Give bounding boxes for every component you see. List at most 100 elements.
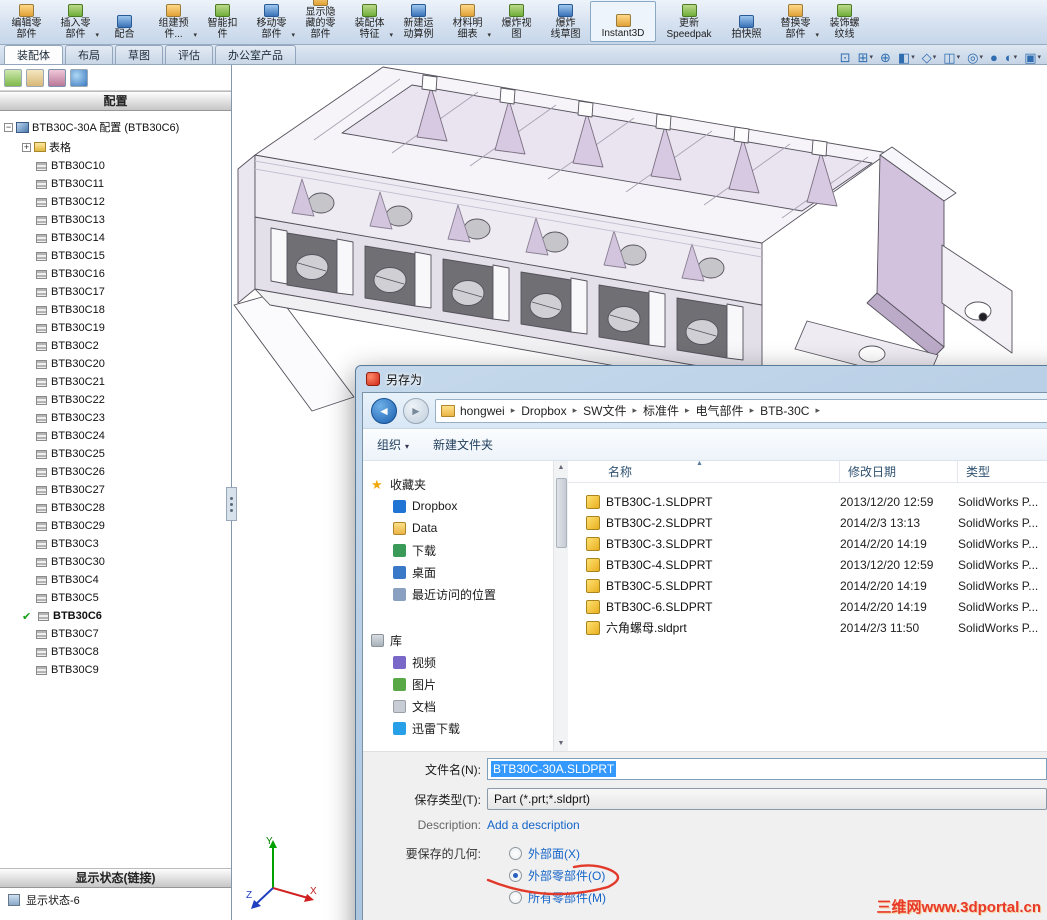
file-row[interactable]: BTB30C-5.SLDPRT 2014/2/20 14:19 SolidWor…	[568, 575, 1047, 596]
libraries-group[interactable]: 库	[363, 629, 553, 651]
nav-item[interactable]: 文档	[363, 695, 553, 717]
radio-icon[interactable]	[509, 890, 522, 904]
config-tree-item[interactable]: BTB30C7	[0, 625, 231, 643]
scrollbar-thumb[interactable]	[555, 478, 567, 548]
favorites-group[interactable]: 收藏夹	[363, 473, 553, 495]
nav-scrollbar[interactable]	[553, 461, 568, 751]
nav-item[interactable]: Dropbox	[363, 495, 553, 517]
geometry-radio-row[interactable]: 外部面(X)	[509, 842, 606, 864]
geometry-radio-row[interactable]: 所有零部件(M)	[509, 886, 606, 908]
ribbon-button[interactable]: 爆炸视 图 ▾	[492, 1, 541, 42]
ribbon-button[interactable]: 移动零 部件 ▾	[247, 1, 296, 42]
featuremanager-icon[interactable]	[4, 68, 22, 87]
config-tree-item[interactable]: BTB30C4	[0, 571, 231, 589]
dropdown-arrow-icon[interactable]: ▾	[870, 51, 874, 64]
config-tree-item[interactable]: BTB30C23	[0, 409, 231, 427]
new-folder-button[interactable]: 新建文件夹	[433, 436, 493, 453]
geometry-radio-row[interactable]: 外部零部件(O)	[509, 864, 606, 886]
section-view-icon[interactable]: ◧ ▾	[898, 51, 915, 64]
nav-item[interactable]: 迅雷下载	[363, 717, 553, 739]
ribbon-button[interactable]: 爆炸 线草图 ▾	[541, 1, 590, 42]
column-type[interactable]: 类型	[958, 461, 1047, 482]
file-row[interactable]: BTB30C-2.SLDPRT 2014/2/3 13:13 SolidWork…	[568, 512, 1047, 533]
config-tree-item[interactable]: BTB30C22	[0, 391, 231, 409]
nav-item[interactable]: Data	[363, 517, 553, 539]
config-tree-item[interactable]: BTB30C18	[0, 301, 231, 319]
ribbon-button[interactable]: 新建运 动算例 ▾	[394, 1, 443, 42]
collapse-icon[interactable]	[4, 122, 13, 132]
view-settings-icon[interactable]: ▣ ▾	[1024, 51, 1041, 64]
config-tree-item[interactable]: BTB30C20	[0, 355, 231, 373]
config-tree-item[interactable]: BTB30C11	[0, 175, 231, 193]
dropdown-arrow-icon[interactable]: ▾	[957, 51, 961, 64]
scroll-up-icon[interactable]	[558, 462, 565, 474]
save-type-dropdown[interactable]: Part (*.prt;*.sldprt)	[487, 788, 1047, 810]
dropdown-arrow-icon[interactable]: ▾	[911, 51, 915, 64]
dropdown-arrow-icon[interactable]: ▾	[979, 51, 983, 64]
ribbon-button[interactable]: 替换零 部件 ▾	[771, 1, 820, 42]
dropdown-arrow-icon[interactable]: ▾	[487, 31, 491, 39]
dropdown-arrow-icon[interactable]: ▾	[1037, 51, 1041, 64]
file-row[interactable]: BTB30C-3.SLDPRT 2014/2/20 14:19 SolidWor…	[568, 533, 1047, 554]
ribbon-button[interactable]: 配合 ▾	[100, 1, 149, 42]
zoom-fit-icon[interactable]: ⊡ ▾	[840, 51, 851, 64]
ribbon-button[interactable]: 装饰螺 纹线 ▾	[820, 1, 869, 42]
breadcrumb-segment[interactable]: 电气部件	[696, 402, 761, 419]
back-button[interactable]	[371, 397, 397, 424]
dropdown-arrow-icon[interactable]: ▾	[933, 51, 937, 64]
ribbon-button[interactable]: 显示隐 藏的零 部件 ▾	[296, 0, 345, 42]
ribbon-button[interactable]: 智能扣 件 ▾	[198, 1, 247, 42]
dropdown-arrow-icon[interactable]: ▾	[1014, 51, 1018, 64]
commandmanager-tab[interactable]: 办公室产品	[215, 45, 296, 64]
breadcrumb-segment[interactable]: 标准件	[643, 402, 696, 419]
filename-input[interactable]: BTB30C-30A.SLDPRT	[487, 758, 1047, 780]
add-description-link[interactable]: Add a description	[487, 818, 580, 832]
config-tree-item[interactable]: BTB30C17	[0, 283, 231, 301]
organize-button[interactable]: 组织	[377, 436, 409, 453]
file-row[interactable]: BTB30C-4.SLDPRT 2013/12/20 12:59 SolidWo…	[568, 554, 1047, 575]
config-tree-item[interactable]: BTB30C24	[0, 427, 231, 445]
ribbon-button[interactable]: 插入零 部件 ▾	[51, 1, 100, 42]
config-tree-item[interactable]: BTB30C10	[0, 157, 231, 175]
breadcrumb-segment[interactable]: BTB-30C	[760, 402, 826, 419]
column-name[interactable]: 名称	[568, 461, 840, 482]
nav-item[interactable]: 桌面	[363, 561, 553, 583]
tables-node[interactable]: 表格	[0, 137, 231, 157]
panel-splitter-handle[interactable]	[226, 487, 237, 521]
breadcrumb[interactable]: hongwei Dropbox SW文件 标准件 电气部件 BTB-30C	[435, 398, 1047, 423]
config-tree-item[interactable]: BTB30C14	[0, 229, 231, 247]
propertymanager-icon[interactable]	[26, 68, 44, 87]
dropdown-arrow-icon[interactable]: ▾	[815, 31, 819, 39]
scroll-down-icon[interactable]	[558, 738, 565, 750]
commandmanager-tab[interactable]: 草图	[115, 45, 163, 64]
file-row[interactable]: 六角螺母.sldprt 2014/2/3 11:50 SolidWorks P.…	[568, 617, 1047, 638]
dropdown-arrow-icon[interactable]: ▾	[291, 31, 295, 39]
radio-icon[interactable]	[509, 868, 522, 882]
radio-icon[interactable]	[509, 846, 522, 860]
breadcrumb-segment[interactable]: Dropbox	[521, 402, 583, 419]
nav-item[interactable]: 最近访问的位置	[363, 583, 553, 605]
config-tree-item[interactable]: BTB30C26	[0, 463, 231, 481]
dropdown-arrow-icon[interactable]: ▾	[193, 31, 197, 39]
expand-icon[interactable]	[22, 142, 31, 152]
config-tree-item[interactable]: BTB30C16	[0, 265, 231, 283]
file-row[interactable]: BTB30C-1.SLDPRT 2013/12/20 12:59 SolidWo…	[568, 491, 1047, 512]
breadcrumb-segment[interactable]: SW文件	[583, 402, 643, 419]
ribbon-button[interactable]: Instant3D ▾	[590, 1, 656, 42]
config-tree-item[interactable]: BTB30C21	[0, 373, 231, 391]
forward-button[interactable]	[403, 397, 429, 424]
view-orientation-icon[interactable]: ◇ ▾	[922, 51, 937, 64]
nav-item[interactable]: 下载	[363, 539, 553, 561]
config-tree-item[interactable]: BTB30C2	[0, 337, 231, 355]
configurationmanager-icon[interactable]	[48, 68, 66, 87]
hide-show-items-icon[interactable]: ◎ ▾	[967, 51, 983, 64]
config-tree-item[interactable]: BTB30C25	[0, 445, 231, 463]
breadcrumb-segment[interactable]: hongwei	[460, 402, 521, 419]
nav-item[interactable]: 视频	[363, 651, 553, 673]
commandmanager-tab[interactable]: 评估	[165, 45, 213, 64]
config-tree-item[interactable]: BTB30C3	[0, 535, 231, 553]
ribbon-button[interactable]: 编辑零 部件 ▾	[2, 1, 51, 42]
display-state-item[interactable]: 显示状态-6	[0, 890, 231, 910]
display-style-icon[interactable]: ◫ ▾	[943, 51, 960, 64]
zoom-area-icon[interactable]: ⊞ ▾	[858, 51, 873, 64]
